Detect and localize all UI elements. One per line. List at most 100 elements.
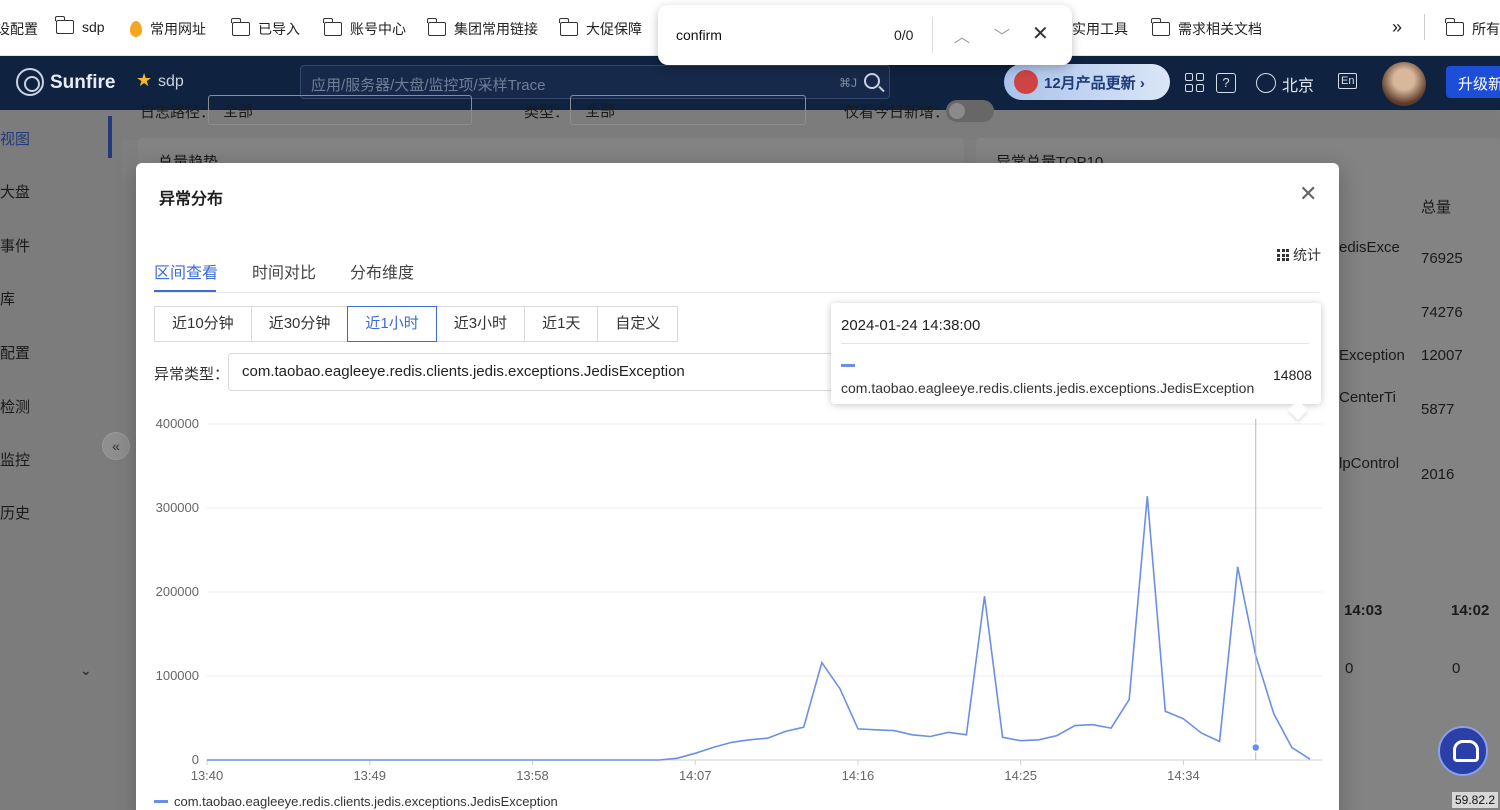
folder-icon <box>1151 18 1170 36</box>
find-previous-button[interactable]: ︿ <box>954 23 970 47</box>
bookmark-item[interactable]: 常用网址 <box>130 19 206 39</box>
tooltip-series-name: com.taobao.eagleeye.redis.clients.jedis.… <box>841 380 1255 396</box>
close-icon[interactable]: ✕ <box>1299 181 1317 207</box>
tab-distribution-dimension[interactable]: 分布维度 <box>350 259 414 283</box>
exception-distribution-modal: 异常分布 ✕ 区间查看 时间对比 分布维度 统计 近10分钟 近30分钟 近1小… <box>136 163 1339 810</box>
top10-row-total: 76925 <box>1421 250 1463 267</box>
brand-name[interactable]: Sunfire <box>50 72 115 94</box>
bookmark-item[interactable]: 已导入 <box>231 18 300 39</box>
search-shortcut: ⌘J <box>839 76 857 90</box>
region-selector[interactable]: 北京 <box>1282 72 1314 96</box>
legend-label: com.taobao.eagleeye.redis.clients.jedis.… <box>174 794 558 809</box>
sidebar-item-view[interactable]: 视图 <box>0 128 30 149</box>
time-range-selector: 近10分钟 近30分钟 近1小时 近3小时 近1天 自定义 <box>154 306 679 342</box>
bookmark-item[interactable]: 需求相关文档 <box>1151 18 1262 39</box>
find-bar: confirm 0/0 ︿ ﹀ ✕ <box>658 5 1072 65</box>
find-next-button[interactable]: ﹀ <box>994 23 1010 47</box>
global-search-input[interactable]: 应用/服务器/大盘/监控项/采样Trace ⌘J <box>300 65 890 99</box>
search-icon[interactable] <box>864 73 880 89</box>
tab-range-view[interactable]: 区间查看 <box>154 259 218 283</box>
bookmarks-more-button[interactable]: » <box>1392 17 1402 38</box>
highlight-point <box>1251 742 1261 753</box>
mascot-icon <box>1014 70 1038 94</box>
range-10min-button[interactable]: 近10分钟 <box>154 306 252 342</box>
series-color-swatch <box>841 364 855 367</box>
bookmark-item[interactable]: 所有书 <box>1445 18 1500 39</box>
bookmark-item[interactable]: 设配置 <box>0 19 38 39</box>
exception-type-label: 异常类型： <box>154 366 230 383</box>
x-tick-label: 14:25 <box>1004 768 1037 783</box>
sidebar-collapse-button[interactable]: « <box>102 432 130 460</box>
find-input[interactable]: confirm <box>676 27 722 43</box>
sidebar-item-events[interactable]: 事件 <box>0 235 30 256</box>
today-new-toggle[interactable] <box>946 100 994 122</box>
range-custom-button[interactable]: 自定义 <box>597 306 679 342</box>
top10-row-total: 2016 <box>1421 466 1455 483</box>
bookmark-item[interactable]: sdp <box>55 16 105 35</box>
time-cell: 0 <box>1452 660 1461 677</box>
bookmark-item[interactable]: 实用工具 <box>1072 19 1128 39</box>
language-switch-icon[interactable]: En <box>1338 73 1358 89</box>
project-name[interactable]: sdp <box>158 73 184 91</box>
support-assistant-icon[interactable] <box>1438 726 1488 776</box>
log-path-select[interactable]: 全部 <box>208 95 472 125</box>
bookmark-item[interactable]: 大促保障 <box>559 18 642 39</box>
sidebar-item-detection[interactable]: 检测 <box>0 396 30 417</box>
tabs-divider <box>154 292 1319 293</box>
y-tick-label: 200000 <box>156 584 199 599</box>
active-tab-indicator <box>154 290 216 292</box>
globe-icon[interactable] <box>1256 73 1276 93</box>
x-tick-label: 14:34 <box>1167 768 1200 783</box>
bookmark-item[interactable]: 集团常用链接 <box>427 18 538 39</box>
top10-header-total: 总量 <box>1421 199 1452 216</box>
find-close-button[interactable]: ✕ <box>1032 21 1049 46</box>
range-30min-button[interactable]: 近30分钟 <box>250 306 349 342</box>
sidebar-item-library[interactable]: 库 <box>0 288 15 309</box>
stats-button[interactable]: 统计 <box>1277 245 1321 265</box>
divider <box>841 343 1309 344</box>
time-column-header[interactable]: 14:03 <box>1344 602 1382 619</box>
tooltip-value: 14808 <box>1273 367 1312 383</box>
tab-time-compare[interactable]: 时间对比 <box>252 259 316 283</box>
x-tick-label: 14:07 <box>679 768 712 783</box>
chart-legend[interactable]: com.taobao.eagleeye.redis.clients.jedis.… <box>154 794 558 809</box>
x-tick-label: 13:40 <box>191 768 224 783</box>
top10-row-total: 12007 <box>1421 347 1463 364</box>
folder-icon <box>559 18 578 36</box>
sidebar-item-history[interactable]: 历史 <box>0 502 30 523</box>
modal-title: 异常分布 <box>159 191 224 208</box>
exception-trend-chart[interactable]: 0 100000 200000 300000 400000 13:40 13:49 13:58… <box>136 393 1339 793</box>
type-select[interactable]: 全部 <box>570 95 806 125</box>
series-line <box>207 496 1311 761</box>
chevron-down-icon[interactable]: ⌄ <box>80 662 92 679</box>
range-3hour-button[interactable]: 近3小时 <box>435 306 526 342</box>
y-tick-label: 300000 <box>156 500 199 515</box>
avatar[interactable] <box>1382 62 1426 106</box>
sidebar-item-monitor[interactable]: 监控 <box>0 449 30 470</box>
help-icon[interactable]: ? <box>1216 73 1236 93</box>
product-update-button[interactable]: 12月产品更新 › <box>1004 64 1170 100</box>
folder-icon <box>231 18 250 36</box>
folder-icon <box>427 18 446 36</box>
filter-label: 类型： <box>524 104 570 121</box>
y-tick-label: 400000 <box>156 416 199 431</box>
flame-icon <box>130 21 142 37</box>
find-match-count: 0/0 <box>894 27 914 43</box>
apps-grid-icon[interactable] <box>1185 73 1205 93</box>
divider <box>1424 14 1425 40</box>
top10-row-name: edisExce <box>1339 239 1400 256</box>
sidebar-item-config[interactable]: 配置 <box>0 342 30 363</box>
top10-row-total: 74276 <box>1421 304 1463 321</box>
time-column-header[interactable]: 14:02 <box>1451 602 1489 619</box>
sidebar-item-dashboard[interactable]: 大盘 <box>0 181 30 202</box>
folder-icon <box>1445 18 1464 36</box>
tooltip-time: 2024-01-24 14:38:00 <box>841 317 981 334</box>
folder-icon <box>55 16 74 34</box>
sunfire-logo-icon[interactable] <box>16 68 44 96</box>
bookmark-item[interactable]: 账号中心 <box>323 18 406 39</box>
grid-dots-icon <box>1277 249 1289 261</box>
range-1hour-button[interactable]: 近1小时 <box>347 306 437 342</box>
range-1day-button[interactable]: 近1天 <box>524 306 599 342</box>
star-icon[interactable]: ★ <box>136 70 152 91</box>
upgrade-button[interactable]: 升级新 <box>1446 66 1500 98</box>
